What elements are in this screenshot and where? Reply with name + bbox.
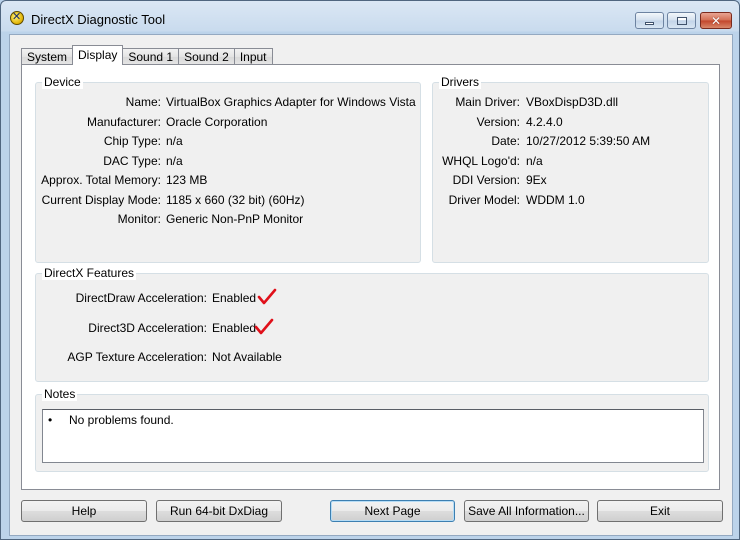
driver-version-label: Version: [476, 115, 520, 129]
device-manufacturer-label: Manufacturer: [86, 115, 161, 129]
notes-group: Notes • No problems found. [35, 387, 709, 472]
driver-row-ddi-version: DDI Version: 9Ex [433, 172, 710, 188]
device-display-mode-value: 1185 x 660 (32 bit) (60Hz) [166, 193, 305, 207]
driver-whql-value: n/a [526, 154, 543, 168]
directx-app-icon [10, 10, 24, 25]
driver-model-value: WDDM 1.0 [526, 193, 585, 207]
device-group: Device Name: VirtualBox Graphics Adapter… [35, 75, 422, 263]
minimize-icon [645, 22, 654, 25]
checkmark-icon [254, 318, 274, 335]
directdraw-value: Enabled [212, 291, 257, 305]
device-monitor-label: Monitor: [117, 212, 161, 226]
driver-whql-label: WHQL Logo'd: [442, 154, 520, 168]
device-monitor-value: Generic Non-PnP Monitor [166, 212, 304, 226]
feature-row-agp: AGP Texture Acceleration: Not Available [36, 349, 710, 365]
close-button[interactable]: ✕ [700, 12, 732, 29]
driver-row-date: Date: 10/27/2012 5:39:50 AM [433, 133, 710, 149]
device-name-label: Name: [125, 95, 161, 109]
device-row-manufacturer: Manufacturer: Oracle Corporation [36, 114, 422, 130]
device-row-display-mode: Current Display Mode: 1185 x 660 (32 bit… [36, 192, 422, 208]
device-dac-type-label: DAC Type: [103, 154, 161, 168]
direct3d-label: Direct3D Acceleration: [88, 321, 207, 335]
device-row-name: Name: VirtualBox Graphics Adapter for Wi… [36, 94, 422, 110]
tab-strip: System Display Sound 1 Sound 2 Input [21, 45, 273, 65]
device-row-chip-type: Chip Type: n/a [36, 133, 422, 149]
feature-row-directdraw: DirectDraw Acceleration: Enabled [36, 288, 710, 306]
agp-value: Not Available [212, 350, 282, 364]
device-chip-type-label: Chip Type: [103, 134, 161, 148]
directdraw-label: DirectDraw Acceleration: [75, 291, 207, 305]
device-memory-label: Approx. Total Memory: [41, 173, 161, 187]
drivers-group: Drivers Main Driver: VBoxDispD3D.dll Ver… [432, 75, 710, 263]
driver-ddi-version-label: DDI Version: [452, 173, 520, 187]
help-button[interactable]: Help [21, 500, 147, 522]
checkmark-icon [257, 288, 277, 305]
directx-features-group: DirectX Features DirectDraw Acceleration… [35, 266, 710, 382]
device-row-monitor: Monitor: Generic Non-PnP Monitor [36, 211, 422, 227]
device-row-memory: Approx. Total Memory: 123 MB [36, 172, 422, 188]
tab-system[interactable]: System [21, 48, 74, 65]
driver-date-label: Date: [491, 134, 520, 148]
device-name-value: VirtualBox Graphics Adapter for Windows … [166, 95, 416, 109]
driver-date-value: 10/27/2012 5:39:50 AM [526, 134, 651, 148]
tab-display[interactable]: Display [72, 45, 124, 65]
client-area: System Display Sound 1 Sound 2 Input Dev… [9, 34, 733, 536]
next-page-button[interactable]: Next Page [330, 500, 455, 522]
driver-row-model: Driver Model: WDDM 1.0 [433, 192, 710, 208]
notes-text: No problems found. [69, 413, 174, 427]
minimize-button[interactable] [635, 12, 664, 29]
driver-model-label: Driver Model: [448, 193, 520, 207]
device-memory-value: 123 MB [166, 173, 208, 187]
device-dac-type-value: n/a [166, 154, 183, 168]
agp-label: AGP Texture Acceleration: [67, 350, 207, 364]
maximize-button[interactable] [667, 12, 696, 29]
notes-bullet: • [48, 413, 53, 427]
notes-textbox[interactable]: • No problems found. [42, 409, 704, 463]
dxdiag-window: DirectX Diagnostic Tool ✕ System Display… [0, 0, 740, 540]
title-bar[interactable]: DirectX Diagnostic Tool ✕ [1, 1, 739, 34]
driver-row-version: Version: 4.2.4.0 [433, 114, 710, 130]
feature-row-direct3d: Direct3D Acceleration: Enabled [36, 318, 710, 336]
device-chip-type-value: n/a [166, 134, 183, 148]
window-title: DirectX Diagnostic Tool [31, 12, 166, 27]
tab-sound-2[interactable]: Sound 2 [178, 48, 235, 65]
close-icon: ✕ [710, 13, 722, 28]
tab-input[interactable]: Input [233, 48, 273, 65]
driver-row-whql: WHQL Logo'd: n/a [433, 153, 710, 169]
exit-button[interactable]: Exit [597, 500, 723, 522]
tab-sound-1[interactable]: Sound 1 [122, 48, 180, 65]
driver-main-value: VBoxDispD3D.dll [526, 95, 619, 109]
driver-version-value: 4.2.4.0 [526, 115, 563, 129]
device-manufacturer-value: Oracle Corporation [166, 115, 268, 129]
device-display-mode-label: Current Display Mode: [41, 193, 161, 207]
device-row-dac-type: DAC Type: n/a [36, 153, 422, 169]
maximize-icon [676, 16, 687, 25]
driver-ddi-version-value: 9Ex [526, 173, 547, 187]
driver-main-label: Main Driver: [455, 95, 520, 109]
driver-row-main: Main Driver: VBoxDispD3D.dll [433, 94, 710, 110]
display-tab-panel: Device Name: VirtualBox Graphics Adapter… [21, 64, 720, 490]
save-all-information-button[interactable]: Save All Information... [464, 500, 589, 522]
notes-group-title: Notes [42, 387, 78, 401]
run-64bit-dxdiag-button[interactable]: Run 64-bit DxDiag [156, 500, 282, 522]
direct3d-value: Enabled [212, 321, 257, 335]
